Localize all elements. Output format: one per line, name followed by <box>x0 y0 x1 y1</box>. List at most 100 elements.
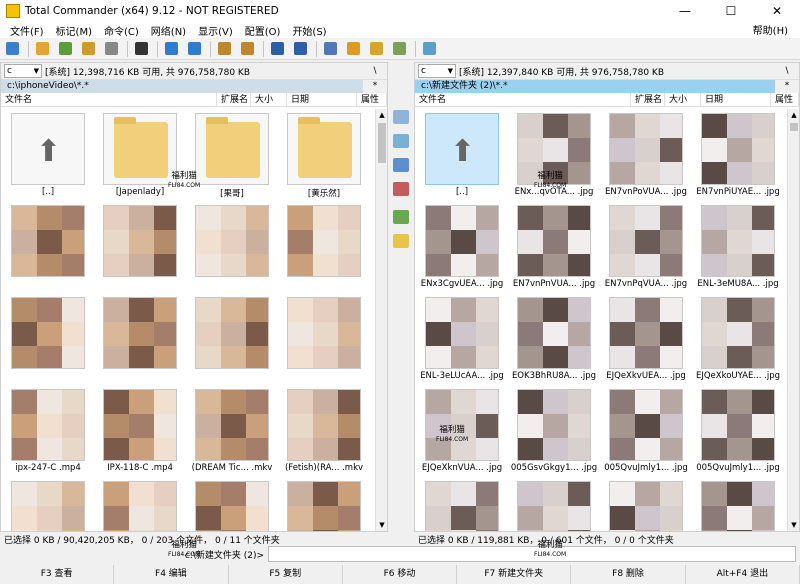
ftp-icon[interactable] <box>267 40 287 58</box>
edit-icon[interactable] <box>393 134 409 148</box>
file-item[interactable]: EJQeXknVUA... .jpg <box>417 387 507 477</box>
search-icon[interactable] <box>320 40 340 58</box>
file-item[interactable]: ENL-3eMU8A... .jpg <box>693 203 783 293</box>
col-size[interactable]: 大小 <box>665 93 701 106</box>
new-folder-icon[interactable] <box>393 210 409 224</box>
col-attr[interactable]: 属性 <box>357 93 387 106</box>
view-thumbs-icon[interactable] <box>55 40 75 58</box>
scroll-up-icon[interactable]: ▲ <box>376 109 388 121</box>
file-item[interactable] <box>3 203 93 293</box>
multirename-icon[interactable] <box>366 40 386 58</box>
file-item[interactable]: 005QvuJmly1... .jpg <box>601 387 691 477</box>
file-item[interactable]: ipx-247-C .mp4 <box>3 387 93 477</box>
command-input[interactable] <box>268 546 796 562</box>
file-item[interactable] <box>187 203 277 293</box>
scroll-thumb[interactable] <box>378 123 386 163</box>
file-item[interactable]: EN7vnPqVUA... .jpg <box>601 203 691 293</box>
back-icon[interactable] <box>161 40 181 58</box>
file-item[interactable]: 005GsvGkgy1... .jpg <box>509 387 599 477</box>
left-root-button[interactable]: \ <box>363 66 387 76</box>
invert-icon[interactable] <box>131 40 151 58</box>
file-item[interactable] <box>279 479 369 531</box>
menu-show[interactable]: 显示(V) <box>192 23 239 38</box>
parent-dir-item[interactable]: ⬆ [..] <box>417 111 507 201</box>
copy-icon[interactable] <box>393 158 409 172</box>
col-ext[interactable]: 扩展名 <box>631 93 665 106</box>
col-size[interactable]: 大小 <box>251 93 287 106</box>
refresh-icon[interactable] <box>2 40 22 58</box>
minimize-button[interactable]: — <box>662 0 708 22</box>
col-name[interactable]: 文件名 <box>415 93 631 106</box>
f8-delete-button[interactable]: F8 删除 <box>571 565 686 584</box>
file-item[interactable] <box>3 295 93 385</box>
left-history-button[interactable]: * <box>363 80 387 93</box>
file-item[interactable] <box>3 479 93 531</box>
close-button[interactable]: ✕ <box>754 0 800 22</box>
f3-view-button[interactable]: F3 查看 <box>0 565 115 584</box>
delete-icon[interactable] <box>393 234 409 248</box>
file-item[interactable]: EN7vnPoVUA... .jpg <box>601 111 691 201</box>
tree-icon[interactable] <box>78 40 98 58</box>
menu-config[interactable]: 配置(O) <box>239 23 287 38</box>
file-item[interactable]: (DREAM Tic... .mkv <box>187 387 277 477</box>
editor-icon[interactable] <box>389 40 409 58</box>
file-item[interactable] <box>279 295 369 385</box>
file-item[interactable] <box>693 479 783 531</box>
file-item[interactable]: (Fetish)(RA... .mkv <box>279 387 369 477</box>
file-item[interactable]: IPX-118-C .mp4 <box>95 387 185 477</box>
view-icon[interactable] <box>393 110 409 124</box>
forward-icon[interactable] <box>184 40 204 58</box>
file-item[interactable] <box>601 479 691 531</box>
file-item[interactable]: ENL-3eLUcAA... .jpg <box>417 295 507 385</box>
file-item[interactable]: ENx3CgvUEA... .jpg <box>417 203 507 293</box>
copy-names-icon[interactable] <box>419 40 439 58</box>
file-item[interactable]: EJQeXkvUEA... .jpg <box>601 295 691 385</box>
scroll-thumb[interactable] <box>790 123 798 131</box>
file-item[interactable]: EOK3BhRU8A... .jpg <box>509 295 599 385</box>
col-name[interactable]: 文件名 <box>1 93 217 106</box>
file-item[interactable]: EN7vnPnVUA... .jpg <box>509 203 599 293</box>
unpack-icon[interactable] <box>237 40 257 58</box>
left-scrollbar[interactable]: ▲ ▼ <box>375 109 387 531</box>
folder-item[interactable]: [果哥] <box>187 111 277 201</box>
menu-commands[interactable]: 命令(C) <box>98 23 145 38</box>
file-item[interactable] <box>95 203 185 293</box>
col-ext[interactable]: 扩展名 <box>217 93 251 106</box>
folder-item[interactable]: [黄乐然] <box>279 111 369 201</box>
menu-start[interactable]: 开始(S) <box>286 23 332 38</box>
menu-file[interactable]: 文件(F) <box>4 23 50 38</box>
file-item[interactable] <box>279 203 369 293</box>
file-item[interactable] <box>95 479 185 531</box>
file-item[interactable] <box>95 295 185 385</box>
alt-f4-exit-button[interactable]: Alt+F4 退出 <box>686 565 800 584</box>
compare-icon[interactable] <box>101 40 121 58</box>
menu-help[interactable]: 帮助(H) <box>747 22 794 37</box>
file-item[interactable] <box>509 479 599 531</box>
file-item[interactable] <box>187 479 277 531</box>
file-item[interactable]: EJQeXkoUYAE... .jpg <box>693 295 783 385</box>
scroll-down-icon[interactable]: ▼ <box>376 519 388 531</box>
sync-icon[interactable] <box>343 40 363 58</box>
right-drive-select[interactable]: c ▼ <box>418 64 456 78</box>
scroll-down-icon[interactable]: ▼ <box>788 519 800 531</box>
f6-move-button[interactable]: F6 移动 <box>343 565 458 584</box>
move-icon[interactable] <box>393 182 409 196</box>
pack-icon[interactable] <box>214 40 234 58</box>
file-item[interactable]: ENx...qvOTA... .jpg <box>509 111 599 201</box>
url-icon[interactable] <box>290 40 310 58</box>
parent-dir-item[interactable]: ⬆ [..] <box>3 111 93 201</box>
right-root-button[interactable]: \ <box>775 66 799 76</box>
folder-item[interactable]: [Japenlady] <box>95 111 185 201</box>
f4-edit-button[interactable]: F4 编辑 <box>114 565 229 584</box>
f5-copy-button[interactable]: F5 复制 <box>229 565 343 584</box>
file-item[interactable]: EN7vnPiUYAE... .jpg <box>693 111 783 201</box>
left-drive-select[interactable]: c ▼ <box>4 64 42 78</box>
view-brief-icon[interactable] <box>32 40 52 58</box>
menu-mark[interactable]: 标记(M) <box>50 23 98 38</box>
right-history-button[interactable]: * <box>775 80 799 93</box>
maximize-button[interactable]: ☐ <box>708 0 754 22</box>
menu-net[interactable]: 网络(N) <box>145 23 192 38</box>
col-attr[interactable]: 属性 <box>771 93 799 106</box>
f7-new-folder-button[interactable]: F7 新建文件夹 <box>457 565 572 584</box>
col-date[interactable]: 日期 <box>287 93 357 106</box>
